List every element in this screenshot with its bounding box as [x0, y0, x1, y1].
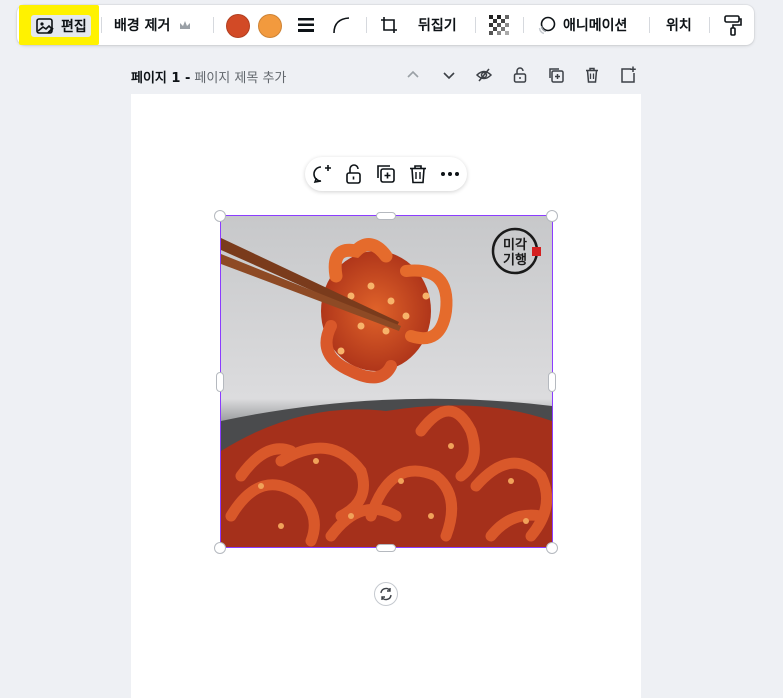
resize-handle-top[interactable]	[376, 212, 396, 220]
color-swatch-1[interactable]	[226, 14, 250, 38]
position-label: 위치	[666, 18, 692, 34]
divider	[213, 17, 214, 33]
divider	[101, 17, 102, 33]
flip-button[interactable]: 뒤집기	[418, 5, 457, 45]
color-swatch-2[interactable]	[258, 14, 282, 38]
corner-rounding-icon	[333, 17, 350, 34]
delete-page-icon[interactable]	[583, 66, 601, 84]
transparency-button[interactable]	[489, 5, 509, 45]
position-button[interactable]: 위치	[666, 5, 692, 45]
add-comment-icon[interactable]	[311, 163, 333, 185]
page-header: 페이지 1 - 페이지 제목 추가	[131, 66, 286, 86]
divider	[366, 17, 367, 33]
flip-label: 뒤집기	[418, 18, 457, 34]
resize-handle-bottom-right[interactable]	[546, 542, 558, 554]
element-floating-toolbar	[305, 157, 467, 191]
chevron-up-icon[interactable]	[404, 66, 422, 84]
crop-icon	[381, 17, 397, 33]
divider	[709, 17, 710, 33]
more-icon[interactable]	[439, 163, 461, 185]
page-number: 페이지 1 -	[131, 70, 191, 86]
paint-roller-icon	[724, 15, 742, 36]
lock-page-icon[interactable]	[511, 66, 529, 84]
resize-handle-bottom[interactable]	[376, 544, 396, 552]
page-title-input[interactable]: 페이지 제목 추가	[194, 67, 286, 86]
rotate-handle[interactable]	[374, 582, 398, 606]
divider	[523, 17, 524, 33]
resize-handle-left[interactable]	[216, 372, 224, 392]
hide-page-icon[interactable]	[475, 66, 493, 84]
image-edit-icon	[36, 18, 54, 34]
border-lines-icon	[298, 18, 314, 32]
chevron-down-icon[interactable]	[440, 66, 458, 84]
resize-handle-top-left[interactable]	[214, 210, 226, 222]
contextual-toolbar: 편집 배경 제거 뒤집기 애니메이션 위치	[17, 5, 754, 45]
copy-style-button[interactable]	[723, 5, 743, 45]
divider	[649, 17, 650, 33]
remove-background-button[interactable]: 배경 제거	[114, 5, 192, 45]
edit-image-button[interactable]: 편집	[19, 5, 99, 45]
selection-frame	[220, 215, 553, 548]
rotate-icon	[380, 587, 392, 601]
border-style-button[interactable]	[296, 5, 316, 45]
add-page-icon[interactable]	[619, 66, 637, 84]
transparency-icon	[489, 15, 509, 35]
resize-handle-right[interactable]	[548, 372, 556, 392]
animate-icon	[538, 16, 556, 35]
resize-handle-bottom-left[interactable]	[214, 542, 226, 554]
edit-label: 편집	[61, 19, 87, 35]
crop-button[interactable]	[379, 5, 399, 45]
animate-label: 애니메이션	[563, 18, 628, 34]
animate-button[interactable]: 애니메이션	[537, 5, 627, 45]
unlock-icon[interactable]	[343, 163, 365, 185]
duplicate-icon[interactable]	[375, 163, 397, 185]
divider	[475, 17, 476, 33]
trash-icon[interactable]	[407, 163, 429, 185]
remove-bg-label: 배경 제거	[114, 18, 171, 34]
crown-icon	[180, 21, 191, 29]
duplicate-page-icon[interactable]	[547, 66, 565, 84]
corner-rounding-button[interactable]	[331, 5, 351, 45]
resize-handle-top-right[interactable]	[546, 210, 558, 222]
